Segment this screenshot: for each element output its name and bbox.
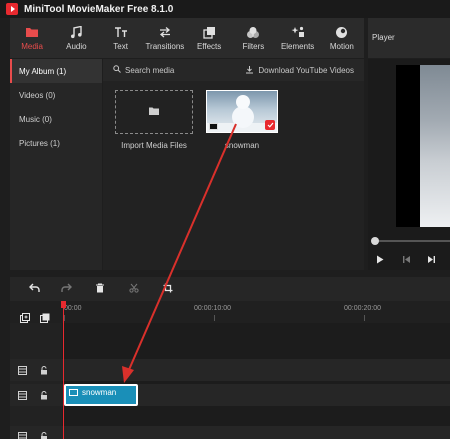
track-row: [10, 359, 450, 381]
timeline-playhead[interactable]: [63, 302, 64, 439]
redo-button[interactable]: [59, 282, 73, 296]
tab-audio[interactable]: Audio: [54, 18, 98, 58]
scissors-icon: [129, 280, 139, 298]
tab-effects[interactable]: Effects: [187, 18, 231, 58]
tab-filters-label: Filters: [242, 42, 265, 51]
timeline-track-area[interactable]: [62, 323, 450, 439]
film-icon: [17, 365, 27, 375]
tick-label: 00:00: [64, 305, 82, 312]
redo-icon: [60, 280, 72, 298]
tab-media[interactable]: Media: [10, 18, 54, 58]
tab-audio-label: Audio: [66, 42, 87, 51]
tab-motion[interactable]: Motion: [320, 18, 364, 58]
folder-icon: [148, 103, 160, 121]
undo-icon: [28, 280, 40, 298]
media-search-bar: Search media Download YouTube Videos: [103, 59, 364, 81]
player-scrubber-knob[interactable]: [371, 237, 379, 245]
transitions-icon: [158, 25, 172, 39]
effects-icon: [202, 25, 216, 39]
tab-motion-label: Motion: [329, 42, 354, 51]
timeline-clip-label: snowman: [82, 388, 117, 397]
tab-text[interactable]: Text: [99, 18, 143, 58]
lock-icon[interactable]: [39, 365, 49, 375]
play-icon: [376, 251, 384, 269]
film-icon: [17, 390, 27, 400]
skip-back-icon: [402, 251, 411, 269]
delete-button[interactable]: [93, 282, 107, 296]
search-input[interactable]: Search media: [113, 65, 174, 75]
tab-effects-label: Effects: [196, 42, 222, 51]
crop-icon: [163, 280, 173, 298]
tab-transitions-label: Transitions: [145, 42, 185, 51]
player-header: Player: [368, 18, 450, 58]
filters-icon: [246, 25, 260, 39]
timeline-clip-snowman[interactable]: snowman: [64, 384, 138, 406]
motion-icon: [335, 25, 348, 39]
film-icon: [17, 431, 27, 439]
timeline-toolbar: [10, 277, 450, 301]
media-sidebar: My Album (1) Videos (0) Music (0) Pictur…: [10, 59, 102, 270]
tab-elements[interactable]: Elements: [276, 18, 320, 58]
sidebar-item-music[interactable]: Music (0): [10, 107, 102, 131]
tab-filters[interactable]: Filters: [231, 18, 275, 58]
app-title: MiniTool MovieMaker Free 8.1.0: [24, 3, 174, 15]
next-frame-button[interactable]: [424, 253, 438, 267]
lock-icon[interactable]: [39, 390, 49, 400]
tab-media-label: Media: [21, 42, 44, 51]
video-preview: [420, 65, 450, 227]
tick-label: 00:00:20:00: [344, 305, 381, 312]
undo-button[interactable]: [27, 282, 41, 296]
picture-clip-icon: [69, 389, 78, 396]
picture-type-icon: [209, 123, 218, 130]
timeline-ruler[interactable]: 00:00 00:00:10:00 00:00:20:00: [10, 301, 450, 323]
lock-icon[interactable]: [39, 431, 49, 439]
selected-check-icon[interactable]: [265, 120, 275, 130]
elements-icon: [291, 25, 305, 39]
tab-transitions[interactable]: Transitions: [143, 18, 187, 58]
music-note-icon: [70, 25, 83, 39]
search-icon: [113, 65, 121, 75]
video-preview-letterbox: [396, 65, 420, 227]
media-item-label: snowman: [224, 141, 260, 150]
play-button[interactable]: [373, 253, 387, 267]
import-media-label: Import Media Files: [121, 141, 187, 150]
tick-label: 00:00:10:00: [194, 305, 231, 312]
import-media-button[interactable]: [115, 90, 193, 134]
sidebar-item-videos[interactable]: Videos (0): [10, 83, 102, 107]
app-logo-icon: [6, 3, 18, 15]
add-track-icon[interactable]: [20, 313, 30, 323]
title-bar: MiniTool MovieMaker Free 8.1.0: [0, 0, 450, 18]
track-row: [10, 426, 450, 439]
player-scrubber[interactable]: [374, 240, 450, 242]
tab-elements-label: Elements: [280, 42, 315, 51]
skip-forward-icon: [427, 251, 436, 269]
media-library: Search media Download YouTube Videos Imp…: [103, 59, 364, 270]
search-placeholder: Search media: [125, 65, 175, 75]
sidebar-item-my-album[interactable]: My Album (1): [10, 59, 102, 83]
download-label: Download YouTube Videos: [258, 66, 354, 75]
download-icon: [245, 65, 254, 76]
trash-icon: [95, 280, 105, 298]
player-title: Player: [372, 33, 395, 42]
copy-track-icon[interactable]: [40, 313, 50, 323]
download-youtube-button[interactable]: Download YouTube Videos: [245, 65, 354, 76]
text-icon: [114, 25, 128, 39]
previous-frame-button[interactable]: [399, 253, 413, 267]
tab-text-label: Text: [113, 42, 128, 51]
sidebar-item-pictures[interactable]: Pictures (1): [10, 131, 102, 155]
split-button[interactable]: [127, 282, 141, 296]
crop-button[interactable]: [161, 282, 175, 296]
folder-icon: [25, 25, 39, 39]
media-toolbar: Media Audio Text Transitions Effects Fil…: [10, 18, 364, 58]
player-panel: [368, 59, 450, 270]
media-item-snowman[interactable]: [206, 90, 278, 133]
playhead-handle[interactable]: [61, 301, 66, 308]
